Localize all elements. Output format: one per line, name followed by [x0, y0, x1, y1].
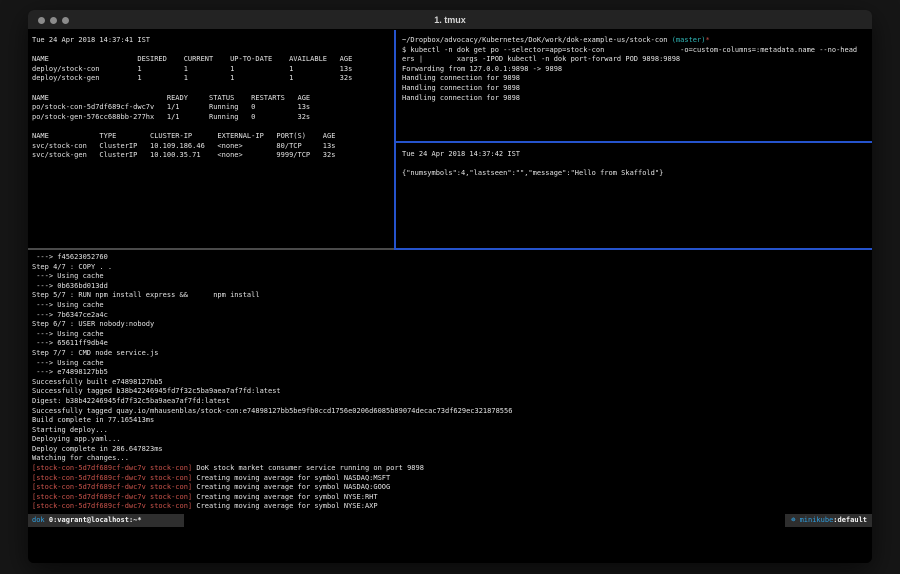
terminal-line: svc/stock-gen ClusterIP 10.100.35.71 <no… — [32, 151, 390, 161]
desktop-background: 1. tmux Tue 24 Apr 2018 14:37:41 IST NAME… — [0, 0, 900, 574]
window-titlebar[interactable]: 1. tmux — [28, 10, 872, 30]
terminal-line: ---> 65611ff9db4e — [32, 339, 868, 349]
terminal-line: [stock-con-5d7df689cf-dwc7v stock-con] C… — [32, 502, 868, 512]
terminal-line: [stock-con-5d7df689cf-dwc7v stock-con] C… — [32, 474, 868, 484]
pane-kubectl-watch[interactable]: Tue 24 Apr 2018 14:37:41 IST NAME DESIRED… — [28, 30, 394, 248]
terminal-line: NAME READY STATUS RESTARTS AGE — [32, 94, 390, 104]
terminal-line: Successfully tagged quay.io/mhausenblas/… — [32, 407, 868, 417]
terminal-line: ---> Using cache — [32, 301, 868, 311]
terminal-line: ---> f45623052760 — [32, 253, 868, 263]
terminal-line: ---> Using cache — [32, 272, 868, 282]
terminal-line: Deploying app.yaml... — [32, 435, 868, 445]
terminal-line: Watching for changes... — [32, 454, 868, 464]
terminal-line: ---> 7b6347ce2a4c — [32, 311, 868, 321]
tmux-status-bar: dok 0:vagrant@localhost:~* ☸ minikube:de… — [28, 514, 872, 527]
tmux-status-right: ☸ minikube:default — [785, 514, 872, 527]
tmux-window-tab[interactable]: dok 0:vagrant@localhost:~* — [28, 514, 184, 527]
terminal-line: $ kubectl -n dok get po --selector=app=s… — [402, 46, 868, 56]
pane-skaffold-log[interactable]: ---> f45623052760Step 4/7 : COPY . . ---… — [28, 250, 872, 514]
terminal-line: Starting deploy... — [32, 426, 868, 436]
terminal-line: dok 0:vagrant@localhost:~* — [32, 514, 142, 527]
terminal-line: ---> e74898127bb5 — [32, 368, 868, 378]
terminal-window: 1. tmux Tue 24 Apr 2018 14:37:41 IST NAME… — [28, 10, 872, 563]
terminal-line: Handling connection for 9898 — [402, 94, 868, 104]
terminal-line: Handling connection for 9898 — [402, 84, 868, 94]
terminal-line: Successfully built e74898127bb5 — [32, 378, 868, 388]
terminal-line: Step 4/7 : COPY . . — [32, 263, 868, 273]
terminal-line: Build complete in 77.165413ms — [32, 416, 868, 426]
terminal-content: Tue 24 Apr 2018 14:37:41 IST NAME DESIRED… — [28, 30, 872, 563]
terminal-line — [32, 46, 390, 56]
terminal-line — [32, 122, 390, 132]
terminal-line — [402, 160, 868, 170]
terminal-line: Tue 24 Apr 2018 14:37:41 IST — [32, 36, 390, 46]
terminal-line — [32, 84, 390, 94]
terminal-line: ers | xargs -IPOD kubectl -n dok port-fo… — [402, 55, 868, 65]
terminal-line: {"numsymbols":4,"lastseen":"","message":… — [402, 169, 868, 179]
terminal-line: Step 5/7 : RUN npm install express && np… — [32, 291, 868, 301]
terminal-line: deploy/stock-con 1 1 1 1 13s — [32, 65, 390, 75]
terminal-line: [stock-con-5d7df689cf-dwc7v stock-con] C… — [32, 483, 868, 493]
terminal-line: ☸ minikube:default — [791, 514, 867, 527]
terminal-line: Step 7/7 : CMD node service.js — [32, 349, 868, 359]
terminal-line: svc/stock-con ClusterIP 10.109.186.46 <n… — [32, 142, 390, 152]
terminal-line: NAME DESIRED CURRENT UP-TO-DATE AVAILABL… — [32, 55, 390, 65]
pane-service-response[interactable]: Tue 24 Apr 2018 14:37:42 IST {"numsymbols… — [396, 143, 872, 248]
terminal-line: ---> Using cache — [32, 330, 868, 340]
window-title: 1. tmux — [28, 10, 872, 30]
terminal-line: Digest: b38b42246945fd7f32c5ba9aea7af7fd… — [32, 397, 868, 407]
terminal-line: Step 6/7 : USER nobody:nobody — [32, 320, 868, 330]
terminal-line: Successfully tagged b38b42246945fd7f32c5… — [32, 387, 868, 397]
pane-port-forward[interactable]: ~/Dropbox/advocacy/Kubernetes/DoK/work/d… — [396, 30, 872, 141]
terminal-line: ---> 0b636bd013dd — [32, 282, 868, 292]
terminal-line: Deploy complete in 286.647823ms — [32, 445, 868, 455]
terminal-line: po/stock-con-5d7df689cf-dwc7v 1/1 Runnin… — [32, 103, 390, 113]
terminal-line: Forwarding from 127.0.0.1:9898 -> 9898 — [402, 65, 868, 75]
terminal-line: Handling connection for 9898 — [402, 74, 868, 84]
terminal-line: ~/Dropbox/advocacy/Kubernetes/DoK/work/d… — [402, 36, 868, 46]
terminal-line: [stock-con-5d7df689cf-dwc7v stock-con] C… — [32, 493, 868, 503]
terminal-line: [stock-con-5d7df689cf-dwc7v stock-con] D… — [32, 464, 868, 474]
terminal-line: Tue 24 Apr 2018 14:37:42 IST — [402, 150, 868, 160]
terminal-line: NAME TYPE CLUSTER-IP EXTERNAL-IP PORT(S)… — [32, 132, 390, 142]
terminal-line: po/stock-gen-576cc688bb-277hx 1/1 Runnin… — [32, 113, 390, 123]
terminal-line: deploy/stock-gen 1 1 1 1 32s — [32, 74, 390, 84]
terminal-line: ---> Using cache — [32, 359, 868, 369]
